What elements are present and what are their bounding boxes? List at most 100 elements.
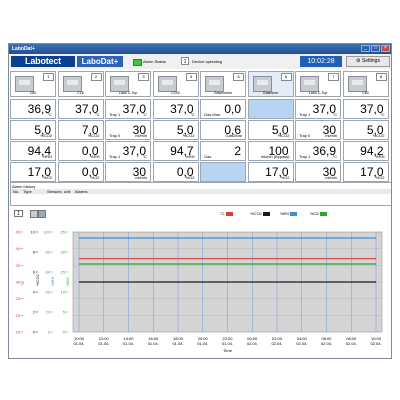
- legend-swatch: [225, 211, 233, 216]
- chamber-tile[interactable]: 6 Gasmixer: [247, 71, 294, 97]
- reading-unit: °C: [380, 112, 385, 117]
- incubator-icon: [347, 76, 367, 92]
- chamber-tile[interactable]: 3 Labo C-Top: [105, 71, 151, 97]
- legend-label: %O2: [310, 211, 319, 216]
- chart-zoom-in-button[interactable]: [38, 210, 46, 218]
- y-tick-label: 15: [61, 270, 66, 275]
- reading-cell: 37,0 °C: [57, 99, 104, 119]
- labotect-logo: Labotect: [11, 56, 75, 67]
- reading-cell: 7,0 %CO2: [57, 120, 104, 140]
- reading-unit: %O2: [185, 175, 195, 180]
- reading-unit: ml/min: [325, 175, 337, 180]
- y-tick-label: 5: [63, 310, 66, 315]
- x-tick-label: 01.04.: [73, 341, 84, 346]
- reading-unit: %CO2: [372, 133, 385, 138]
- reading-sublabel: Gas: [204, 154, 212, 159]
- legend-item[interactable]: °C: [220, 211, 233, 216]
- title-bar: LaboDat+ _ □ ×: [9, 44, 391, 54]
- chamber-label: C16: [77, 91, 84, 95]
- alarm-col-alarms[interactable]: Alarms: [75, 189, 87, 194]
- y-tick-label: 60: [46, 270, 51, 275]
- reading-unit: °C: [190, 112, 195, 117]
- y-tick-label: 10: [61, 290, 66, 295]
- reading-cell: 5,0 %CO2: [152, 120, 199, 140]
- reading-unit: °C: [95, 112, 100, 117]
- reading-sublabel: Gas l/bar: [204, 112, 221, 117]
- alarm-col-no[interactable]: No.: [13, 189, 19, 194]
- chart-zoom-out-button[interactable]: [30, 210, 38, 218]
- legend-item[interactable]: %RH: [280, 211, 298, 216]
- alarm-history-panel: Alarm history No. Type Sensors unit Alar…: [10, 182, 391, 206]
- y-tick-label: 15: [16, 330, 21, 335]
- reading-sublabel: Tray 1: [299, 154, 311, 159]
- reading-unit: °C: [47, 112, 53, 117]
- alarm-col-sensors[interactable]: Sensors: [47, 189, 62, 194]
- x-tick-label: 02.04.: [247, 341, 258, 346]
- alarm-col-unit[interactable]: unit: [64, 189, 70, 194]
- reading-unit: ml/min: [135, 175, 147, 180]
- reading-cell: 0,6 Gas2/bar: [200, 120, 246, 140]
- y-tick-label: 8: [33, 250, 36, 255]
- x-tick-label: 01.04.: [148, 341, 159, 346]
- chamber-label: C60: [362, 91, 369, 95]
- incubator-icon: [15, 76, 34, 92]
- incubator-icon: [110, 76, 129, 92]
- reading-cell: 0,0 %RH: [57, 141, 104, 161]
- reading-unit: Gas2/bar: [225, 133, 242, 138]
- reading-sublabel: Tray 0: [299, 133, 311, 138]
- y-tick-label: 40: [46, 290, 51, 295]
- reading-unit: %RH: [90, 154, 100, 159]
- x-axis-label: Time: [223, 348, 233, 353]
- chamber-tile[interactable]: 8 C60: [342, 71, 389, 97]
- reading-cell: 0,0 %O2: [152, 162, 199, 182]
- x-tick-label: 01.04.: [123, 341, 134, 346]
- legend-label: %RH: [280, 211, 290, 216]
- reading-sublabel: Tray 0: [109, 133, 121, 138]
- chamber-tile[interactable]: 1 C60: [10, 71, 56, 97]
- x-tick-label: 01.04.: [222, 341, 233, 346]
- legend-item[interactable]: %CO2: [250, 211, 270, 216]
- gear-icon: ⚙: [356, 58, 361, 64]
- chart-toolbar: 1 °C %CO2 %RH %O2: [10, 209, 391, 219]
- incubator-icon: [300, 76, 319, 92]
- reading-cell: 2 Gas: [200, 141, 246, 161]
- chamber-tile[interactable]: 4 C200: [152, 71, 199, 97]
- reading-unit: %O2: [90, 175, 100, 180]
- legend-label: °C: [220, 211, 225, 216]
- reading-cell: 30 ml/min: [295, 162, 341, 182]
- y-tick-label: 2: [33, 310, 36, 315]
- chamber-label: Labo C-Top: [308, 91, 328, 95]
- reading-cell: 0,0 %O2: [57, 162, 104, 182]
- y-axis-label: %RH: [50, 277, 55, 286]
- settings-button[interactable]: ⚙ Settings: [346, 56, 390, 67]
- reading-unit: °C: [142, 112, 148, 117]
- y-tick-label: 25: [16, 296, 21, 301]
- chamber-number: 5: [233, 73, 244, 81]
- reading-cell: 37,0 °C Tray 1: [105, 141, 151, 161]
- legend-swatch: [290, 211, 298, 216]
- chamber-tile[interactable]: 2 C16: [57, 71, 104, 97]
- reading-cell: 17,0 %O2: [342, 162, 389, 182]
- chamber-tile[interactable]: 5 Gasmonitor: [200, 71, 246, 97]
- device-number-field[interactable]: 1: [181, 57, 189, 65]
- chamber-strip: 1 C60 2 C16 3 Labo C-Top 4 C200 5 Gasmonitor 6 Gasm…: [10, 71, 391, 97]
- chart-number-field[interactable]: 1: [14, 210, 23, 217]
- reading-unit: %CO2: [40, 133, 52, 138]
- reading-cell: 37,0 °C Tray 1: [105, 99, 151, 119]
- reading-cell: 30 ml/min Tray 0: [105, 120, 151, 140]
- reading-unit: %CO2: [277, 133, 290, 138]
- reading-unit: ml/min: [325, 133, 337, 138]
- y-tick-label: 0: [48, 330, 51, 335]
- maximize-button[interactable]: □: [371, 45, 380, 52]
- chamber-number: 6: [280, 73, 292, 81]
- reading-unit: %RH: [42, 154, 52, 159]
- incubator-icon: [157, 76, 177, 92]
- reading-cell: 30 ml/min Tray 0: [295, 120, 341, 140]
- alarm-col-type[interactable]: Type: [23, 189, 32, 194]
- legend-item[interactable]: %O2: [310, 211, 327, 216]
- reading-cell: 30 ml/min: [105, 162, 151, 182]
- chamber-label: Gasmixer: [262, 91, 279, 95]
- chamber-tile[interactable]: 7 Labo C-Top: [295, 71, 341, 97]
- minimize-button[interactable]: _: [361, 45, 370, 52]
- close-button[interactable]: ×: [381, 45, 390, 52]
